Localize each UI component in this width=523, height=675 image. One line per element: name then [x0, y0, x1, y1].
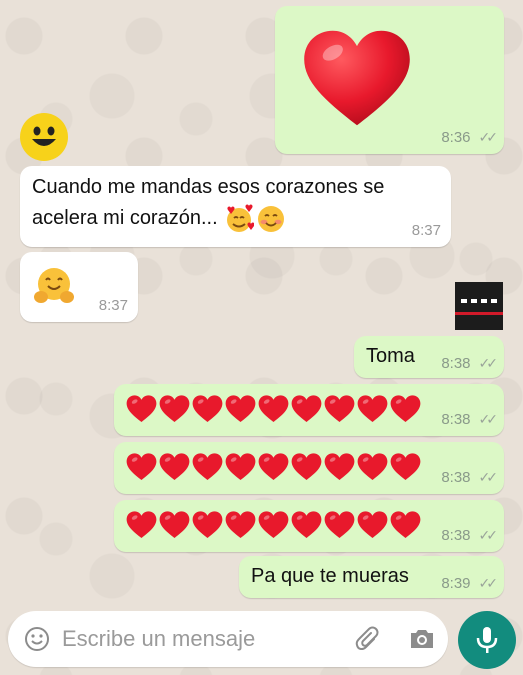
message-meta: 8:36 ✓✓ — [441, 129, 499, 146]
message-time: 8:38 — [441, 469, 471, 486]
red-heart-icon — [258, 394, 289, 424]
hearts-row — [126, 394, 421, 424]
mic-button[interactable] — [458, 611, 516, 669]
mic-icon — [476, 627, 498, 653]
avatar-stripe — [455, 312, 503, 315]
hearts-row — [126, 452, 421, 482]
avatar-dark — [455, 282, 503, 330]
message-meta: 8:38 ✓✓ — [441, 411, 499, 428]
red-heart-icon — [126, 452, 157, 482]
red-heart-icon — [324, 510, 355, 540]
message-time: 8:39 — [441, 575, 471, 592]
red-heart-icon — [159, 452, 190, 482]
read-ticks-icon: ✓✓ — [478, 355, 499, 371]
read-ticks-icon: ✓✓ — [478, 129, 499, 145]
read-ticks-icon: ✓✓ — [478, 575, 499, 591]
red-heart-icon — [258, 452, 289, 482]
read-ticks-icon: ✓✓ — [478, 469, 499, 485]
message-text-line2: acelera mi corazón... — [32, 207, 218, 229]
red-heart-icon — [192, 452, 223, 482]
red-heart-icon — [225, 452, 256, 482]
message-time: 8:37 — [411, 222, 441, 239]
red-heart-icon — [357, 452, 388, 482]
read-ticks-icon: ✓✓ — [478, 527, 499, 543]
red-heart-icon — [390, 452, 421, 482]
message-meta: 8:37 — [99, 297, 128, 314]
message-meta: 8:37 — [412, 222, 441, 239]
red-heart-icon — [258, 510, 289, 540]
red-heart-icon — [390, 510, 421, 540]
message-time: 8:38 — [441, 355, 471, 372]
message-toma[interactable]: Toma 8:38 ✓✓ — [354, 336, 504, 378]
red-heart-icon — [126, 394, 157, 424]
message-meta: 8:38 ✓✓ — [441, 469, 499, 486]
red-heart-icon — [159, 510, 190, 540]
avatar-smiley — [20, 113, 68, 161]
red-heart-icon — [390, 394, 421, 424]
message-big-heart[interactable]: 8:36 ✓✓ — [275, 6, 504, 154]
hugging-face-icon — [34, 268, 74, 303]
red-heart-icon — [225, 394, 256, 424]
message-time: 8:36 — [441, 129, 471, 146]
message-input-placeholder[interactable]: Escribe un mensaje — [62, 626, 255, 652]
red-heart-icon — [126, 510, 157, 540]
message-meta: 8:38 ✓✓ — [441, 355, 499, 372]
message-text: Pa que te mueras — [251, 565, 409, 587]
smiley-face-icon — [32, 126, 56, 146]
message-hearts-row-1[interactable]: 8:38 ✓✓ — [114, 384, 504, 436]
red-heart-icon — [225, 510, 256, 540]
avatar-dots — [461, 299, 497, 303]
red-heart-icon — [357, 394, 388, 424]
red-heart-icon — [324, 394, 355, 424]
message-composer[interactable]: Escribe un mensaje — [8, 611, 448, 667]
red-heart-icon — [159, 394, 190, 424]
attach-icon[interactable] — [354, 625, 382, 653]
heart-emoji-large — [304, 30, 410, 126]
smiling-face-with-hearts-icon — [226, 204, 254, 232]
red-heart-icon — [291, 510, 322, 540]
message-time: 8:38 — [441, 411, 471, 428]
message-meta: 8:39 ✓✓ — [441, 575, 499, 592]
red-heart-icon — [324, 452, 355, 482]
message-hearts-row-2[interactable]: 8:38 ✓✓ — [114, 442, 504, 494]
message-incoming-text[interactable]: Cuando me mandas esos corazones se acele… — [20, 166, 451, 247]
hearts-row — [126, 510, 421, 540]
message-pa-que-te-mueras[interactable]: Pa que te mueras 8:39 ✓✓ — [239, 556, 504, 598]
camera-icon[interactable] — [408, 626, 436, 652]
red-heart-icon — [291, 452, 322, 482]
message-time: 8:37 — [98, 297, 128, 314]
smiling-face-blush-icon — [257, 205, 284, 232]
emoji-icon[interactable] — [24, 626, 50, 652]
message-text: Toma — [366, 345, 415, 367]
message-text-line1: Cuando me mandas esos corazones se — [32, 176, 385, 198]
red-heart-icon — [357, 510, 388, 540]
red-heart-icon — [192, 394, 223, 424]
red-heart-icon — [192, 510, 223, 540]
message-meta: 8:38 ✓✓ — [441, 527, 499, 544]
read-ticks-icon: ✓✓ — [478, 411, 499, 427]
message-time: 8:38 — [441, 527, 471, 544]
red-heart-icon — [291, 394, 322, 424]
message-hugging-face[interactable]: 8:37 — [20, 252, 138, 322]
message-hearts-row-3[interactable]: 8:38 ✓✓ — [114, 500, 504, 552]
